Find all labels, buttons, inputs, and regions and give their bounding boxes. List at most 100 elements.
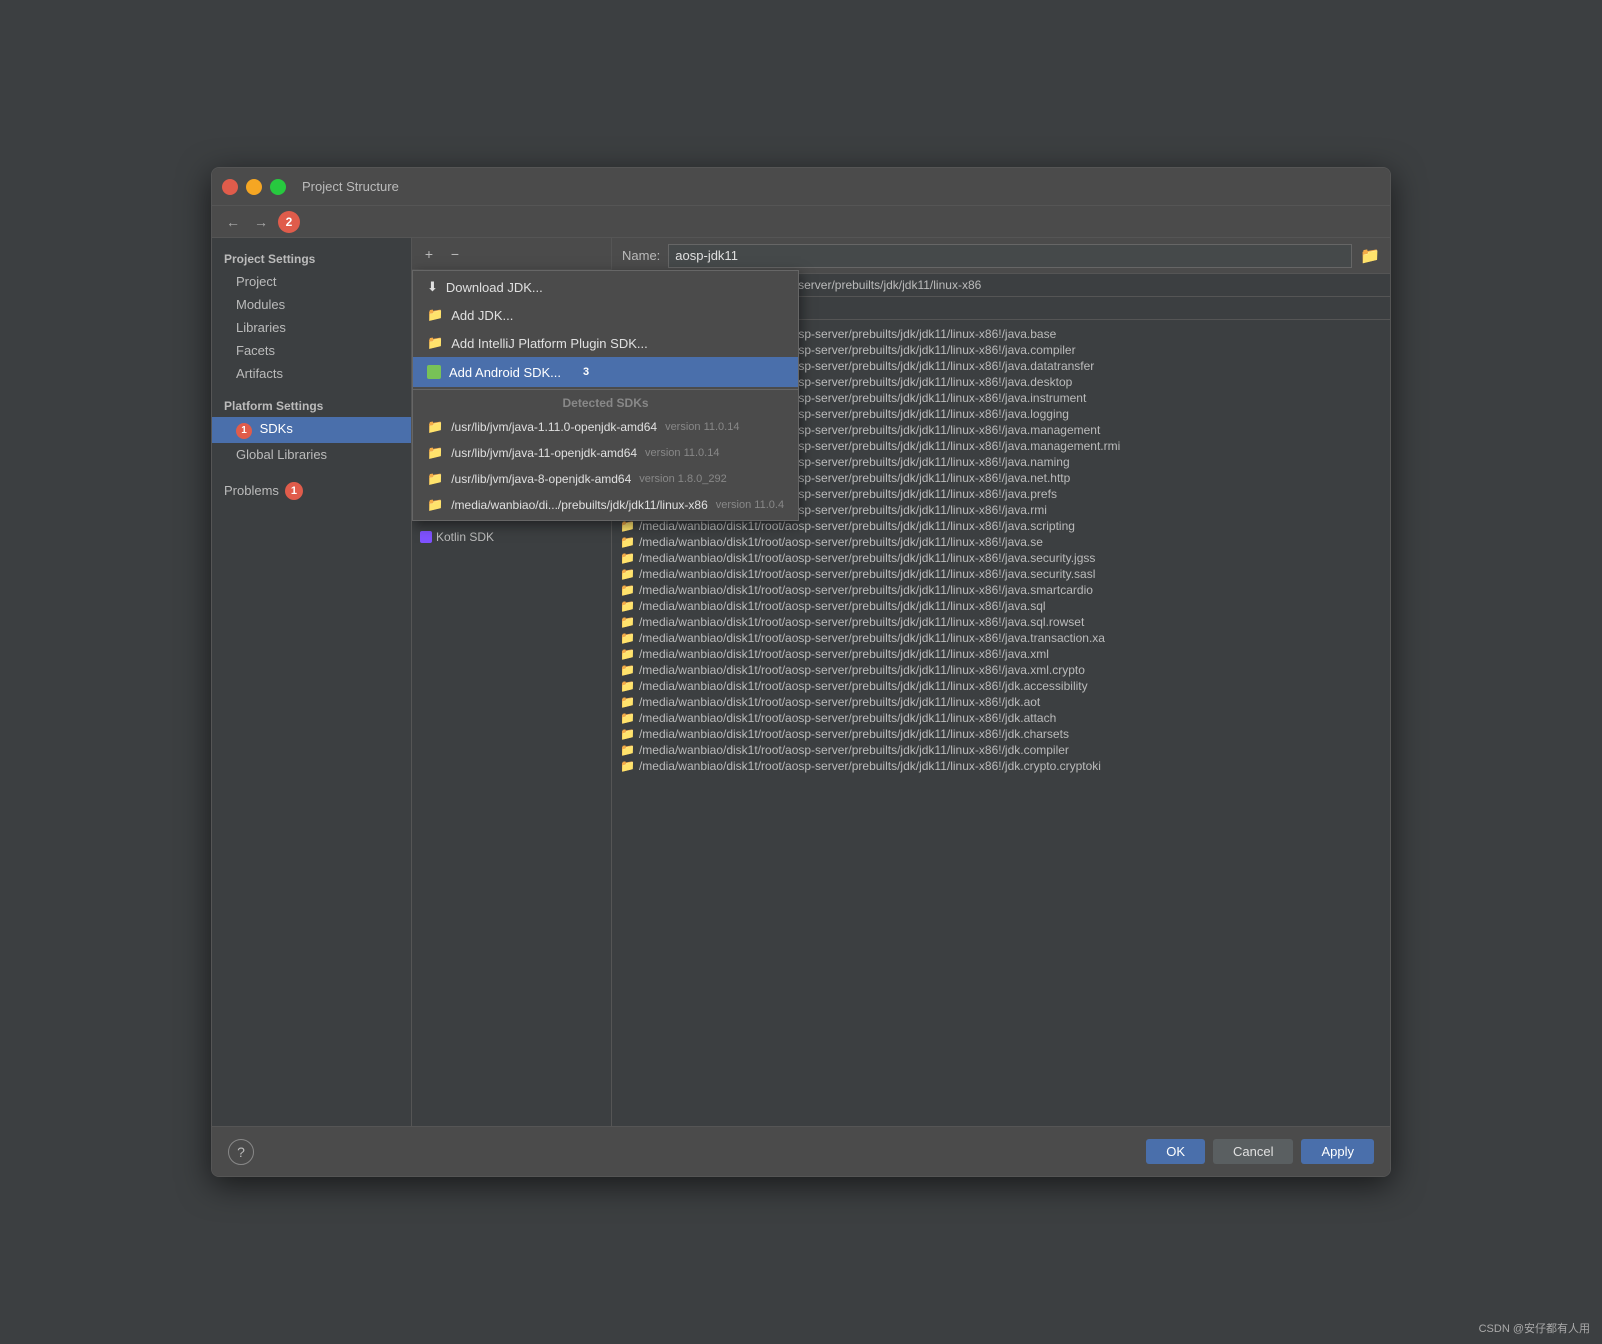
sidebar: Project Settings Project Modules Librari…: [212, 238, 412, 1126]
ok-button[interactable]: OK: [1146, 1139, 1205, 1164]
folder-icon: 📁: [620, 535, 635, 549]
sidebar-item-project[interactable]: Project: [212, 270, 411, 293]
detected-item-3[interactable]: 📁 /media/wanbiao/di.../prebuilts/jdk/jdk…: [413, 492, 612, 518]
step2-badge: 2: [278, 211, 300, 233]
path-text: /media/wanbiao/disk1t/root/aosp-server/p…: [639, 711, 1056, 725]
path-row: 📁/media/wanbiao/disk1t/root/aosp-server/…: [620, 598, 1382, 614]
content-area: Project Settings Project Modules Librari…: [212, 238, 1390, 1126]
folder-icon: 📁: [620, 631, 635, 645]
apply-button[interactable]: Apply: [1301, 1139, 1374, 1164]
help-button[interactable]: ?: [228, 1139, 254, 1165]
problems-label: Problems: [224, 483, 279, 498]
problems-row: Problems 1: [212, 478, 411, 504]
titlebar: Project Structure: [212, 168, 1390, 206]
folder-icon: 📁: [620, 695, 635, 709]
watermark: CSDN @安仔都有人用: [1479, 1320, 1590, 1336]
folder-icon: 📁: [620, 647, 635, 661]
add-intellij-sdk-item[interactable]: 📁 Add IntelliJ Platform Plugin SDK...: [413, 329, 612, 357]
sdks-badge: 1: [236, 423, 252, 439]
path-text: /media/wanbiao/disk1t/root/aosp-server/p…: [639, 727, 1069, 741]
path-row: 📁 /media/wanbiao/disk1t/root/aosp-server/…: [620, 566, 1382, 582]
path-row: 📁 /media/wanbiao/disk1t/root/aosp-server/…: [620, 710, 1382, 726]
folder-icon: 📁: [620, 711, 635, 725]
path-row: 📁/media/wanbiao/disk1t/root/aosp-server/…: [620, 630, 1382, 646]
forward-button[interactable]: →: [250, 212, 272, 232]
back-button[interactable]: ←: [222, 212, 244, 232]
folder-icon: 📁: [620, 567, 635, 581]
path-text: /media/wanbiao/disk1t/root/aosp-server/p…: [639, 615, 1084, 629]
path-row: 📁 /media/wanbiao/disk1t/root/aosp-server/…: [620, 742, 1382, 758]
path-text: /media/wanbiao/disk1t/root/aosp-server/p…: [639, 583, 1093, 597]
name-label: Name:: [622, 248, 660, 263]
path-row: 📁 /media/wanbiao/disk1t/root/aosp-server/…: [620, 614, 1382, 630]
dropdown-menu: ⬇ Download JDK... 📁 Add JDK... 📁 Add Int…: [412, 270, 612, 521]
download-jdk-item[interactable]: ⬇ Download JDK...: [413, 273, 612, 301]
sdk-item-11[interactable]: Kotlin SDK: [412, 526, 611, 548]
folder-icon: 📁: [620, 759, 635, 773]
detected-sdks-label: Detected SDKs: [413, 392, 612, 414]
path-text: /media/wanbiao/disk1t/root/aosp-server/p…: [639, 567, 1095, 581]
folder-icon: 📁: [620, 583, 635, 597]
folder-icon: 📁: [620, 519, 635, 533]
folder-icon: 📁: [620, 615, 635, 629]
intellij-icon: 📁: [427, 335, 443, 351]
main-panel: + − ⬇ Download JDK... 📁 Add JDK.: [412, 238, 1390, 1126]
name-input[interactable]: [668, 244, 1352, 268]
android-icon: [427, 365, 441, 379]
path-row: 📁/media/wanbiao/disk1t/root/aosp-server/…: [620, 550, 1382, 566]
path-row: 📁 /media/wanbiao/disk1t/root/aosp-server/…: [620, 678, 1382, 694]
bottom-bar: ? OK Cancel Apply: [212, 1126, 1390, 1176]
add-sdk-button[interactable]: +: [418, 243, 440, 265]
browse-folder-button[interactable]: 📁: [1360, 246, 1380, 266]
detected-item-0[interactable]: 📁 /usr/lib/jvm/java-1.11.0-openjdk-amd64…: [413, 414, 612, 440]
detected-path: /usr/lib/jvm/java-8-openjdk-amd64: [451, 472, 612, 486]
detected-path: /media/wanbiao/di.../prebuilts/jdk/jdk11…: [451, 498, 612, 512]
sidebar-item-global-libraries[interactable]: Global Libraries: [212, 443, 411, 466]
folder-icon: 📁: [620, 743, 635, 757]
path-text: /media/wanbiao/disk1t/root/aosp-server/p…: [639, 647, 1049, 661]
maximize-button[interactable]: [270, 179, 286, 195]
close-button[interactable]: [222, 179, 238, 195]
sidebar-item-facets[interactable]: Facets: [212, 339, 411, 362]
remove-sdk-button[interactable]: −: [444, 243, 466, 265]
path-text: /media/wanbiao/disk1t/root/aosp-server/p…: [639, 695, 1040, 709]
dropdown-menu-overlay: ⬇ Download JDK... 📁 Add JDK... 📁 Add Int…: [412, 270, 612, 521]
sidebar-item-libraries[interactable]: Libraries: [212, 316, 411, 339]
folder-icon: 📁: [427, 471, 443, 487]
add-jdk-item[interactable]: 📁 Add JDK...: [413, 301, 612, 329]
project-structure-window: Project Structure ← → 2 Project Settings…: [211, 167, 1391, 1177]
path-text: /media/wanbiao/disk1t/root/aosp-server/p…: [639, 743, 1069, 757]
folder-icon: 📁: [427, 419, 443, 435]
folder-icon: 📁: [620, 679, 635, 693]
folder-icon: 📁: [620, 727, 635, 741]
window-title: Project Structure: [302, 179, 399, 194]
path-text: /media/wanbiao/disk1t/root/aosp-server/p…: [639, 535, 1043, 549]
minimize-button[interactable]: [246, 179, 262, 195]
download-icon: ⬇: [427, 279, 438, 295]
detected-item-2[interactable]: 📁 /usr/lib/jvm/java-8-openjdk-amd64 vers…: [413, 466, 612, 492]
problems-badge: 1: [285, 482, 303, 500]
folder-icon: 📁: [427, 445, 443, 461]
folder-icon: 📁: [620, 551, 635, 565]
path-text: /media/wanbiao/disk1t/root/aosp-server/p…: [639, 663, 1085, 677]
detected-path: /usr/lib/jvm/java-11-openjdk-amd64: [451, 446, 612, 460]
path-row: 📁/media/wanbiao/disk1t/root/aosp-server/…: [620, 662, 1382, 678]
platform-settings-header: Platform Settings: [212, 393, 411, 417]
name-bar: Name: 📁: [612, 238, 1390, 274]
detected-path: /usr/lib/jvm/java-1.11.0-openjdk-amd64: [451, 420, 612, 434]
folder-icon: 📁: [427, 497, 443, 513]
path-row: 📁 /media/wanbiao/disk1t/root/aosp-server/…: [620, 646, 1382, 662]
detected-item-1[interactable]: 📁 /usr/lib/jvm/java-11-openjdk-amd64 ver…: [413, 440, 612, 466]
add-android-sdk-item[interactable]: Add Android SDK... 3: [413, 357, 612, 387]
sdk-list-panel: + − ⬇ Download JDK... 📁 Add JDK.: [412, 238, 612, 1126]
path-text: /media/wanbiao/disk1t/root/aosp-server/p…: [639, 519, 1075, 533]
path-row: 📁 /media/wanbiao/disk1t/root/aosp-server/…: [620, 726, 1382, 742]
sidebar-item-sdks[interactable]: 1 SDKs: [212, 417, 411, 443]
folder-icon: 📁: [427, 307, 443, 323]
cancel-button[interactable]: Cancel: [1213, 1139, 1293, 1164]
path-text: /media/wanbiao/disk1t/root/aosp-server/p…: [639, 679, 1088, 693]
dropdown-separator: [413, 389, 612, 390]
path-text: /media/wanbiao/disk1t/root/aosp-server/p…: [639, 759, 1101, 773]
sidebar-item-artifacts[interactable]: Artifacts: [212, 362, 411, 385]
sidebar-item-modules[interactable]: Modules: [212, 293, 411, 316]
